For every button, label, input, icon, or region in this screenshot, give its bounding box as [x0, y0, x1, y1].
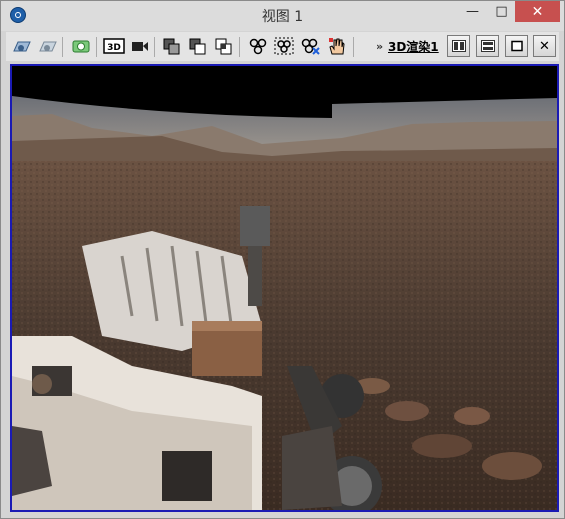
close-view-button[interactable]: ✕ [533, 35, 556, 57]
render-viewport[interactable] [10, 64, 559, 512]
toolbar-separator [96, 37, 97, 57]
svg-text:3D: 3D [107, 43, 121, 53]
layer-union-icon[interactable] [161, 35, 183, 57]
toolbar-overflow-icon[interactable]: » [376, 40, 383, 53]
toolbar-separator [154, 37, 155, 57]
node-network-icon[interactable] [247, 35, 269, 57]
title-bar: 视图 1 — □ ✕ [1, 1, 564, 31]
node-select-icon[interactable] [273, 35, 295, 57]
toolbar-separator [62, 37, 63, 57]
minimize-button[interactable]: — [459, 1, 486, 22]
view-toolbar: 3D » 3D渲染1 ✕ [6, 32, 559, 61]
hand-pan-icon[interactable] [325, 35, 347, 57]
toolbar-separator [239, 37, 240, 57]
single-view-icon[interactable] [505, 35, 528, 57]
screenshot-icon[interactable] [70, 35, 92, 57]
3d-view-icon[interactable]: 3D [103, 35, 125, 57]
render-mode-label[interactable]: 3D渲染1 [388, 38, 439, 55]
mars-panorama-image [12, 66, 557, 510]
app-window: 视图 1 — □ ✕ 3D » 3D渲染1 ✕ [0, 0, 565, 519]
camera-open-icon[interactable] [11, 35, 33, 57]
layer-subtract-icon[interactable] [187, 35, 209, 57]
maximize-button[interactable]: □ [488, 1, 515, 22]
split-horizontal-icon[interactable] [476, 35, 499, 57]
toolbar-separator [353, 37, 354, 57]
close-window-button[interactable]: ✕ [515, 1, 560, 22]
split-vertical-icon[interactable] [447, 35, 470, 57]
node-remove-icon[interactable] [299, 35, 321, 57]
video-record-icon[interactable] [129, 35, 151, 57]
layer-intersect-icon[interactable] [213, 35, 235, 57]
camera-save-icon[interactable] [37, 35, 59, 57]
